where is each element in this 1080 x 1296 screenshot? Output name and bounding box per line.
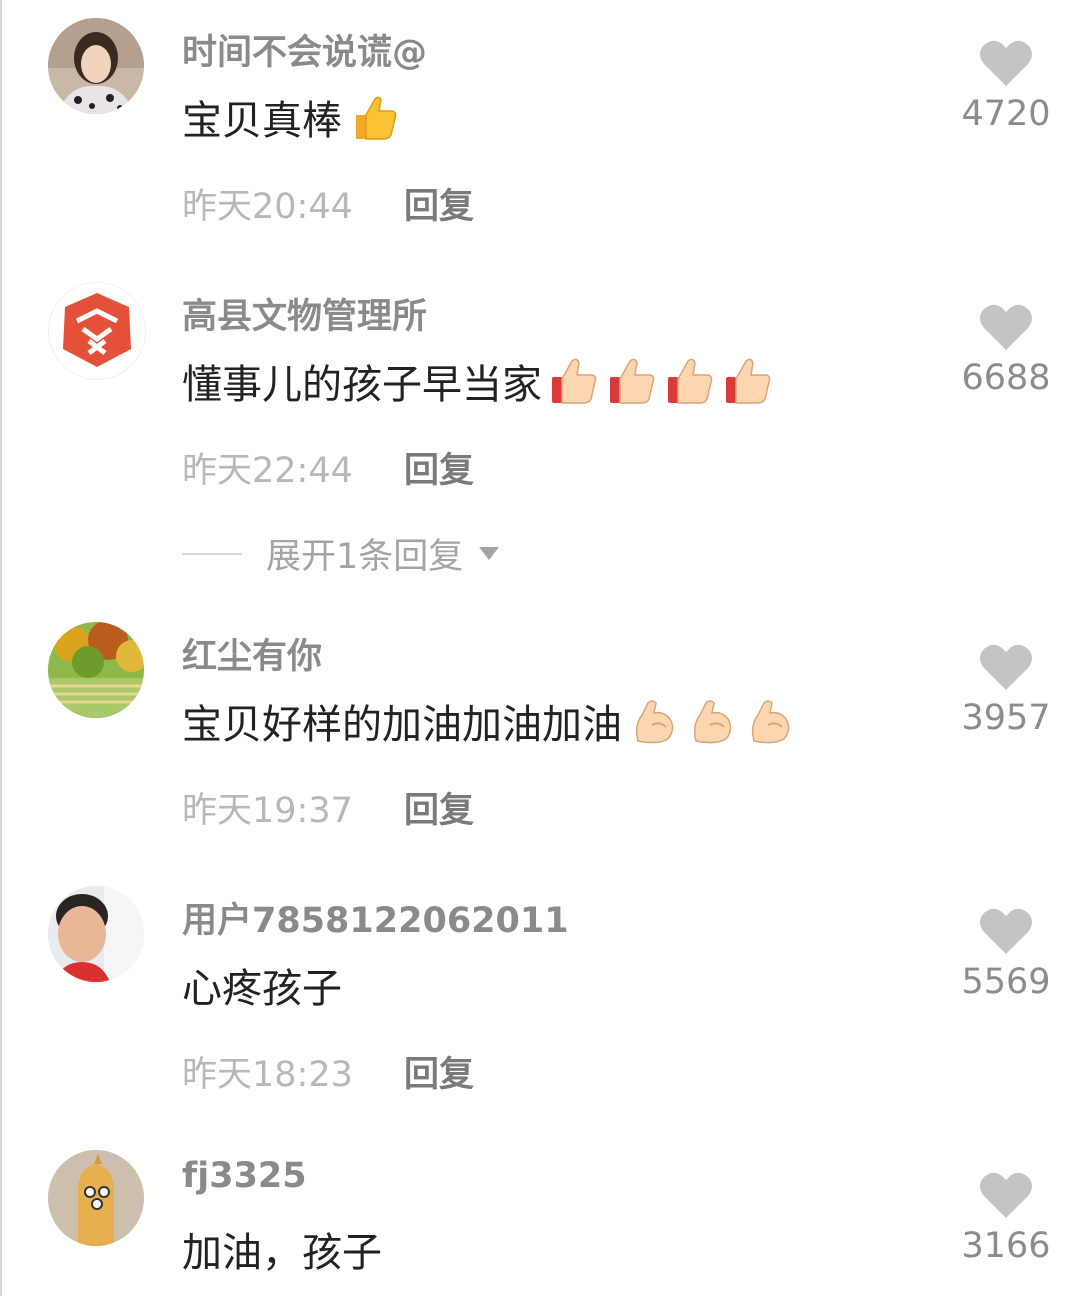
red-logo-avatar-image [49,283,145,379]
avatar-woman-image [48,18,144,114]
like-button[interactable]: 6688 [960,302,1052,398]
caret-down-icon [479,547,500,560]
thumbs-up-emoji-icon [552,358,597,404]
comment-time: 昨天20:44 [182,187,353,227]
boy-avatar-image [48,886,144,982]
username[interactable]: 用户7858122062011 [182,892,569,943]
thumbs-up-emoji-icon [726,358,771,404]
thumbs-up-emoji-icon [356,96,397,140]
heart-icon [980,644,1032,690]
reply-button[interactable]: 回复 [404,1046,474,1097]
thumbs-up-emoji-icon [668,358,713,404]
cartoon-character-avatar-image [48,1150,144,1246]
avatar[interactable] [48,18,144,114]
comment-item: 红尘有你 宝贝好样的加油加油加油 昨天19:37 回复 3957 [0,604,1080,866]
heart-icon [980,908,1032,954]
reply-button[interactable]: 回复 [404,442,474,493]
avatar[interactable] [48,1150,144,1246]
username[interactable]: fj3325 [182,1156,307,1196]
thumbs-up-emoji-icon [610,358,655,404]
comment-text: 宝贝好样的加油加油加油 [182,702,622,748]
like-button[interactable]: 4720 [960,38,1052,134]
comment-item: 时间不会说谎@ 宝贝真棒 昨天20:44 回复 4720 [0,0,1080,262]
like-button[interactable]: 3957 [960,642,1052,738]
like-button[interactable]: 5569 [960,906,1052,1002]
comment-time: 昨天22:44 [182,451,353,491]
expand-replies-button[interactable]: 展开1条回复 [182,528,500,579]
comment-text: 宝贝真棒 [182,98,342,144]
like-count: 6688 [961,358,1051,398]
username[interactable]: 时间不会说谎@ [182,24,427,75]
like-count: 3957 [961,698,1051,738]
reply-button[interactable]: 回复 [404,178,474,229]
heart-icon [980,304,1032,350]
comment-time: 昨天19:37 [182,791,353,831]
reply-button[interactable]: 回复 [404,782,474,833]
like-count: 4720 [961,94,1051,134]
heart-icon [980,1172,1032,1218]
avatar[interactable] [48,622,144,718]
comment-item: 高县文物管理所 懂事儿的孩子早当家 昨天22:44 回复 6688 [0,264,1080,604]
username[interactable]: 红尘有你 [182,628,322,679]
username[interactable]: 高县文物管理所 [182,288,427,339]
comment-text: 加油，孩子 [182,1230,382,1276]
expand-replies-label: 展开1条回复 [266,537,464,577]
avatar[interactable] [48,886,144,982]
like-count: 5569 [961,962,1051,1002]
divider-line [182,552,242,555]
flexed-biceps-emoji-icon [693,700,732,744]
comment-item: 用户7858122062011 心疼孩子 昨天18:23 回复 5569 [0,868,1080,1130]
autumn-landscape-avatar-image [48,622,144,718]
flexed-biceps-emoji-icon [751,700,790,744]
like-button[interactable]: 3166 [960,1170,1052,1266]
comment-time: 昨天18:23 [182,1055,353,1095]
comment-text: 心疼孩子 [182,966,342,1012]
comment-text: 懂事儿的孩子早当家 [182,362,542,408]
like-count: 3166 [961,1226,1051,1266]
comment-item: fj3325 加油，孩子 3166 [0,1132,1080,1296]
avatar[interactable] [48,282,146,380]
heart-icon [980,40,1032,86]
flexed-biceps-emoji-icon [635,700,674,744]
